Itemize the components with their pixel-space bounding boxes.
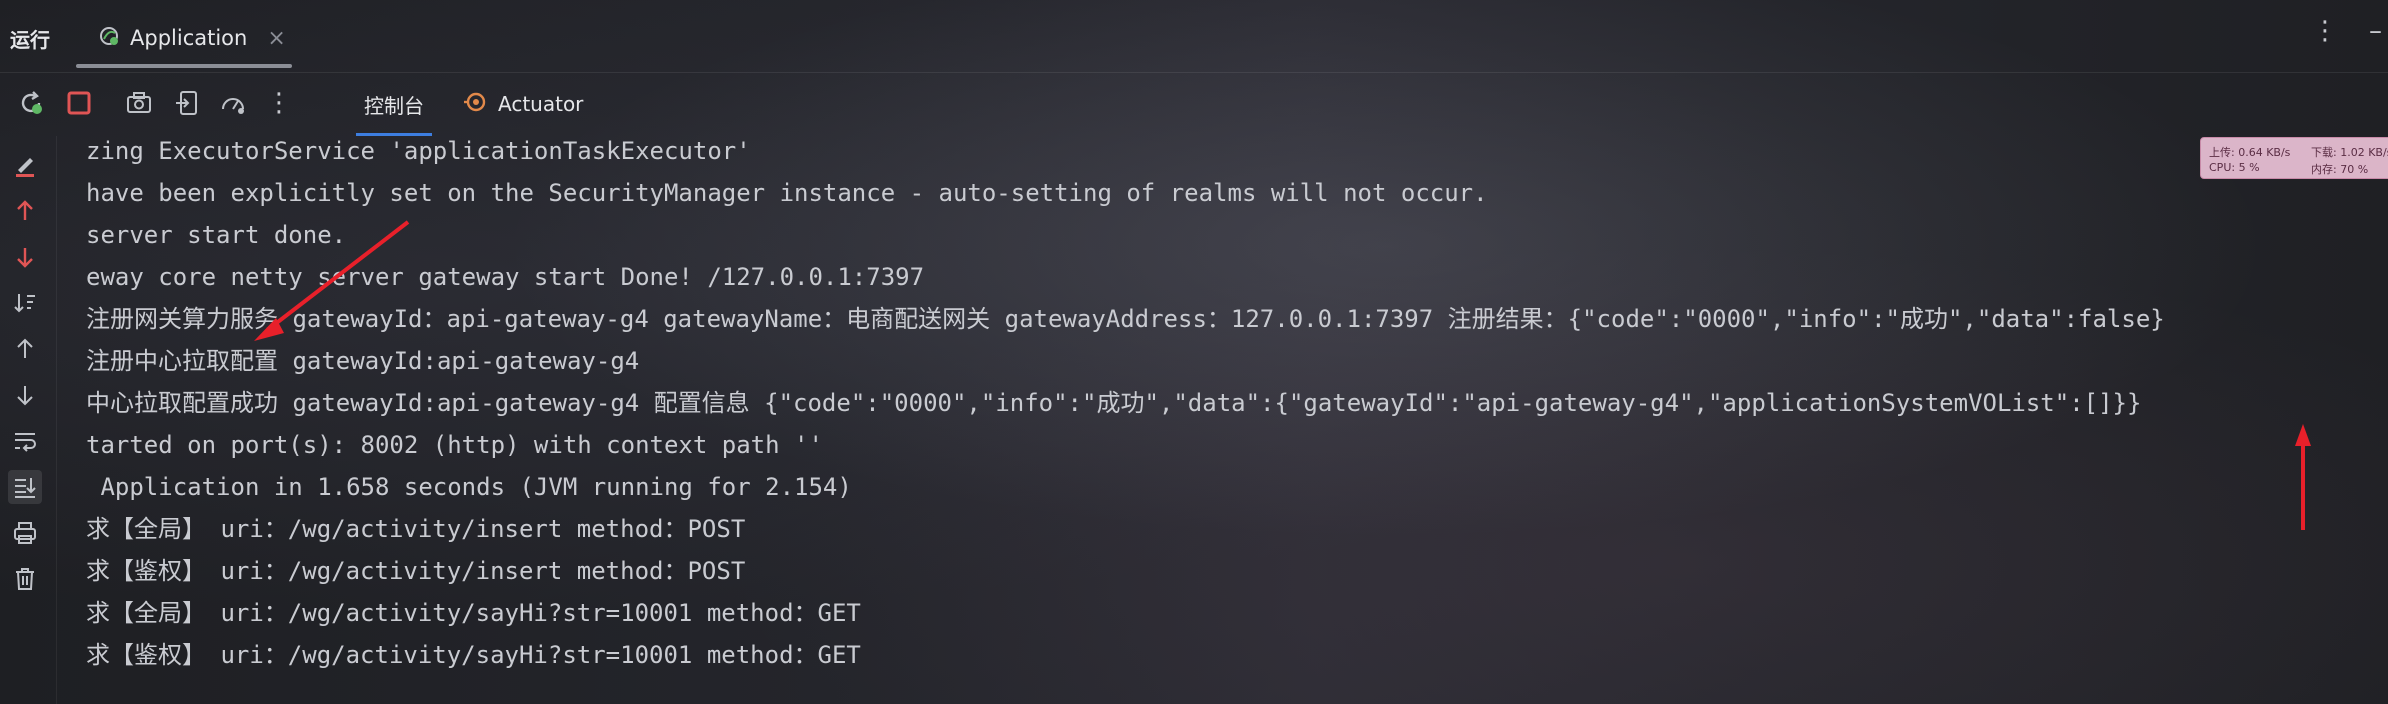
tab-actuator[interactable]: Actuator <box>462 72 583 136</box>
upload-speed: 上传: 0.64 KB/s <box>2209 146 2291 159</box>
more-options-icon[interactable]: ⋮ <box>2312 16 2338 46</box>
active-tab-indicator <box>76 64 292 68</box>
console-line: eway core netty server gateway start Don… <box>86 263 925 291</box>
rerun-icon[interactable] <box>14 86 48 120</box>
tab-application-label: Application <box>130 26 248 50</box>
console-line: 求【鉴权】 uri：/wg/activity/sayHi?str=10001 m… <box>86 641 861 669</box>
console-line: server start done. <box>86 221 347 249</box>
network-speed-widget: 上传: 0.64 KB/s 下载: 1.02 KB/s CPU: 5 % 内存:… <box>2200 137 2388 179</box>
console-line: 注册中心拉取配置 gatewayId:api-gateway-g4 <box>86 347 640 375</box>
trash-icon[interactable] <box>8 562 42 596</box>
stop-icon[interactable] <box>62 86 96 120</box>
profiler-gauge-icon[interactable] <box>216 86 250 120</box>
spring-app-icon <box>98 25 120 51</box>
clear-highlight-icon[interactable] <box>8 148 42 182</box>
exit-icon[interactable] <box>170 86 204 120</box>
cpu-usage: CPU: 5 % <box>2209 161 2260 174</box>
run-tool-window-header: 运行 Application × ⋮ – <box>0 0 2388 73</box>
minimize-icon[interactable]: – <box>2369 16 2382 46</box>
scroll-up-icon[interactable] <box>8 332 42 366</box>
console-line: Application in 1.658 seconds (JVM runnin… <box>86 473 852 501</box>
console-line: 求【鉴权】 uri：/wg/activity/insert method：POS… <box>86 557 746 585</box>
console-line: 求【全局】 uri：/wg/activity/insert method：POS… <box>86 515 746 543</box>
console-line: have been explicitly set on the Security… <box>86 179 1488 207</box>
tab-actuator-label: Actuator <box>498 92 584 116</box>
console-line: 中心拉取配置成功 gatewayId:api-gateway-g4 配置信息 {… <box>86 389 2142 417</box>
soft-wrap-icon[interactable] <box>8 424 42 458</box>
camera-icon[interactable] <box>122 86 156 120</box>
console-line: zing ExecutorService 'applicationTaskExe… <box>86 137 751 165</box>
console-line: 求【全局】 uri：/wg/activity/sayHi?str=10001 m… <box>86 599 861 627</box>
actuator-icon <box>462 89 488 120</box>
console-output[interactable]: zing ExecutorService 'applicationTaskExe… <box>86 130 2386 704</box>
scroll-to-end-icon[interactable] <box>8 470 42 504</box>
console-side-toolbar <box>0 136 57 704</box>
run-panel-title: 运行 <box>10 28 50 52</box>
more-actions-icon[interactable]: ⋮ <box>262 86 296 120</box>
tab-console[interactable]: 控制台 <box>346 72 442 136</box>
tab-application[interactable]: Application × <box>76 8 292 68</box>
tab-console-label: 控制台 <box>364 93 424 118</box>
scroll-down-icon[interactable] <box>8 378 42 412</box>
console-line: 注册网关算力服务 gatewayId：api-gateway-g4 gatewa… <box>86 305 2165 333</box>
console-line: tarted on port(s): 8002 (http) with cont… <box>86 431 823 459</box>
close-icon[interactable]: × <box>267 26 285 51</box>
previous-occurrence-icon[interactable] <box>8 194 42 228</box>
print-icon[interactable] <box>8 516 42 550</box>
sort-icon[interactable] <box>8 286 42 320</box>
download-speed: 下载: 1.02 KB/s <box>2311 146 2388 159</box>
memory-usage: 内存: 70 % <box>2311 163 2369 176</box>
run-toolbar: ⋮ 控制台 Actuator <box>0 72 2388 136</box>
next-occurrence-icon[interactable] <box>8 240 42 274</box>
